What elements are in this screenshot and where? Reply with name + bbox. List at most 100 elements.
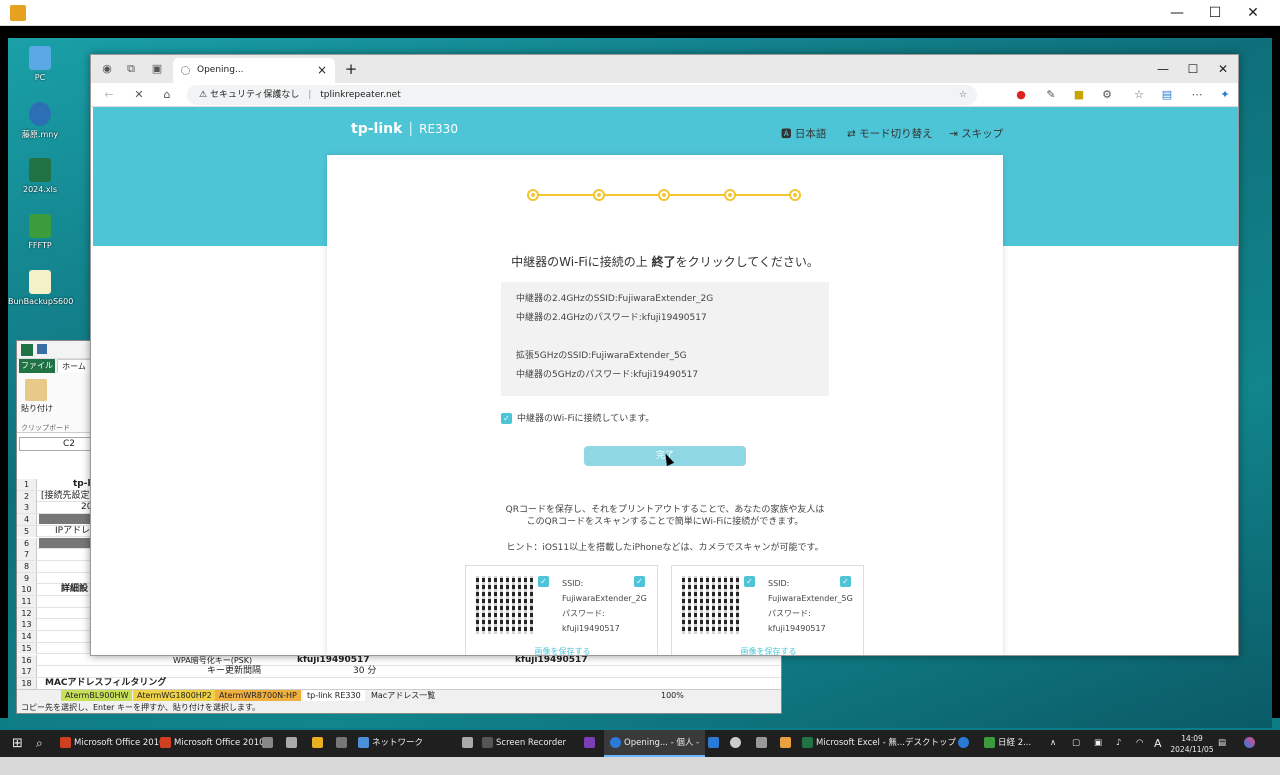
copilot-icon[interactable]: ✦ [1217, 87, 1233, 103]
cell[interactable]: kfuji19490517 [297, 655, 370, 666]
extension-icon[interactable]: ● [1013, 87, 1029, 103]
profile-icon[interactable]: ◉ [99, 61, 115, 77]
connected-checkbox[interactable]: ✓ 中継器のWi-Fiに接続しています。 [501, 411, 654, 424]
notification-icon[interactable]: ▤ [1218, 730, 1226, 757]
taskbar-item[interactable] [958, 730, 972, 757]
app-icon [708, 737, 719, 748]
tab-file[interactable]: ファイル [19, 359, 55, 373]
tray-icon[interactable]: ▣ [1094, 730, 1102, 757]
extension-icon[interactable]: ✎ [1043, 87, 1059, 103]
nav-label: スキップ [961, 128, 1004, 140]
start-button[interactable]: ⊞ [12, 730, 23, 757]
clock[interactable]: 14:09 2024/11/05 [1170, 730, 1214, 757]
url-text[interactable]: tplinkrepeater.net [320, 90, 401, 100]
cell[interactable]: 30 分 [353, 666, 376, 677]
save-image-link[interactable]: 画像を保存する [672, 646, 865, 655]
taskbar-item[interactable]: Microsoft Office 2010 [160, 730, 265, 757]
save-icon[interactable] [37, 344, 47, 354]
show-hidden-icons[interactable]: ∧ [1050, 730, 1056, 757]
taskbar-item[interactable] [336, 730, 350, 757]
taskbar-label: 日経 2... [998, 738, 1032, 748]
browser-close-button[interactable]: ✕ [1209, 59, 1237, 79]
desktop-icon-pc[interactable]: PC [8, 46, 72, 82]
extension-icon[interactable]: ■ [1071, 87, 1087, 103]
extensions-icon[interactable]: ⚙ [1099, 87, 1115, 103]
close-button[interactable]: ✕ [1238, 4, 1268, 22]
paste-icon[interactable] [25, 379, 47, 401]
close-tab-icon[interactable]: × [317, 58, 327, 83]
taskbar-item[interactable] [312, 730, 326, 757]
cell[interactable] [39, 514, 91, 525]
tab-actions-icon[interactable]: ▣ [149, 61, 165, 77]
browser-tab[interactable]: Opening... × [173, 58, 335, 83]
clock-time: 14:09 [1181, 734, 1203, 743]
tab-home[interactable]: ホーム [57, 359, 91, 373]
language-link[interactable]: 🅰 日本語 [781, 126, 826, 141]
stop-loading-icon[interactable]: ✕ [131, 87, 147, 103]
desktop-toolbar[interactable]: デスクトップ » [905, 730, 964, 757]
collections-toolbar-icon[interactable]: ▤ [1159, 87, 1175, 103]
taskbar-item[interactable]: Microsoft Excel - 無... [802, 730, 905, 757]
copilot-icon [1244, 737, 1255, 748]
new-tab-button[interactable]: + [341, 59, 361, 79]
cell[interactable]: 詳細設 [61, 584, 88, 595]
taskbar-item[interactable] [286, 730, 300, 757]
cell[interactable]: [接続先設定 [41, 491, 90, 502]
collections-icon[interactable]: ⧉ [123, 61, 139, 77]
desktop-icon-bunbackup[interactable]: BunBackupS600 [8, 270, 73, 306]
taskbar-item[interactable] [262, 730, 276, 757]
frame-border-left [0, 38, 8, 718]
minimize-button[interactable]: — [1162, 4, 1192, 22]
ssid-label: SSID: [562, 579, 584, 588]
taskbar-item[interactable] [584, 730, 598, 757]
skip-link[interactable]: ⇥ スキップ [949, 126, 1003, 141]
volume-icon[interactable]: ♪ [1116, 730, 1121, 757]
taskbar-item[interactable] [780, 730, 794, 757]
maximize-button[interactable]: ☐ [1200, 4, 1230, 22]
ssid-value: FujiwaraExtender_2G [562, 594, 647, 603]
security-label[interactable]: セキュリティ保護なし [210, 90, 299, 100]
recorder-titlebar: — ☐ ✕ [0, 0, 1280, 26]
taskbar-label: Screen Recorder [496, 738, 567, 748]
ime-indicator[interactable]: A [1154, 730, 1162, 757]
back-icon[interactable]: ← [101, 87, 117, 103]
taskbar-item[interactable] [756, 730, 770, 757]
browser-minimize-button[interactable]: — [1149, 59, 1177, 79]
copilot-taskbar-icon[interactable] [1244, 730, 1258, 757]
cell[interactable]: WPA暗号化キー(PSK) [173, 655, 252, 666]
cell[interactable]: kfuji19490517 [515, 655, 588, 666]
warning-icon[interactable]: ⚠ [199, 90, 210, 100]
taskbar-item[interactable]: Screen Recorder [482, 730, 566, 757]
menu-icon[interactable]: ⋯ [1189, 87, 1205, 103]
browser-maximize-button[interactable]: ☐ [1179, 59, 1207, 79]
desktop-icon-xls[interactable]: 2024.xls [8, 158, 72, 194]
desktop-icon-mny[interactable]: 藤原.mny [8, 102, 72, 140]
row-number: 18 [17, 677, 37, 689]
favorite-star-icon[interactable]: ☆ [959, 85, 967, 105]
search-icon[interactable]: ⌕ [36, 730, 43, 757]
cell[interactable] [39, 537, 91, 548]
stock-widget[interactable]: 日経 2... [984, 730, 1031, 757]
cell[interactable]: MACアドレスフィルタリング [45, 678, 166, 689]
checkbox-checked-icon[interactable]: ✓ [501, 413, 512, 424]
taskbar-item[interactable]: Microsoft Office 2010 [60, 730, 165, 757]
favorites-icon[interactable]: ☆ [1131, 87, 1147, 103]
save-image-link[interactable]: 画像を保存する [466, 646, 659, 655]
address-bar[interactable]: ⚠ セキュリティ保護なし | tplinkrepeater.net ☆ [187, 85, 977, 105]
taskbar-item[interactable] [730, 730, 744, 757]
mode-switch-link[interactable]: ⇄ モード切り替え [847, 126, 933, 141]
checkbox-checked-icon[interactable]: ✓ [744, 576, 755, 587]
tab-title: Opening... [197, 65, 244, 75]
taskbar-item[interactable]: ネットワーク [358, 730, 423, 757]
checkbox-checked-icon[interactable]: ✓ [538, 576, 549, 587]
desktop-icon-ffftp[interactable]: FFFTP [8, 214, 72, 250]
taskbar-item[interactable] [462, 730, 476, 757]
cell[interactable]: IPアドレ [55, 526, 90, 537]
taskbar-item-active[interactable]: Opening... - 個人 - [604, 730, 706, 757]
cell[interactable]: tp-l [73, 479, 91, 490]
taskbar-item[interactable] [708, 730, 722, 757]
tray-icon[interactable]: ▢ [1072, 730, 1080, 757]
wifi-icon[interactable]: ◠ [1136, 730, 1143, 757]
cell[interactable]: キー更新間隔 [207, 666, 261, 677]
home-icon[interactable]: ⌂ [159, 87, 175, 103]
